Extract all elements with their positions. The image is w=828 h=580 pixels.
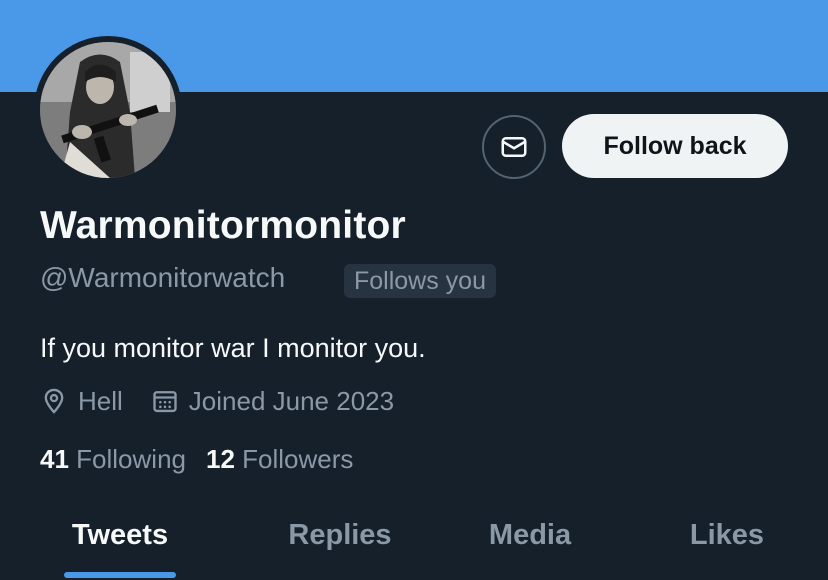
location-text: Hell [78,385,123,416]
profile-tabs: Tweets Replies Media Likes [0,510,828,580]
avatar-photo [40,42,176,178]
followers-link[interactable]: 12 Followers [206,444,353,475]
joined-item: Joined June 2023 [151,386,394,417]
follow-back-button[interactable]: Follow back [562,114,788,178]
location-item: Hell [40,386,123,417]
tab-likes-label: Likes [689,519,765,551]
avatar[interactable] [34,36,182,184]
profile-page: Follow back Warmonitormonitor @Warmonito… [0,0,828,580]
avatar-image [40,42,176,178]
tab-tweets-label: Tweets [71,519,169,551]
envelope-icon [501,137,527,157]
profile-meta: Hell Joined June 2023 [40,384,422,418]
joined-text: Joined June 2023 [188,385,395,416]
follows-you-badge: Follows you [344,264,496,298]
tab-media-label: Media [488,519,572,551]
tab-replies[interactable]: Replies [284,510,396,580]
profile-handle: @Warmonitorwatch [40,262,286,293]
following-link[interactable]: 41 Following [40,444,186,475]
profile-bio: If you monitor war I monitor you. [40,333,426,363]
active-tab-indicator [64,572,176,578]
calendar-icon [153,391,177,413]
tab-tweets[interactable]: Tweets [64,510,176,580]
tab-replies-label: Replies [288,519,392,551]
tab-likes[interactable]: Likes [686,510,768,580]
following-count: 41 [40,444,69,474]
followers-label: Followers [242,444,354,474]
location-pin-icon [44,388,64,414]
tab-media[interactable]: Media [482,510,578,580]
follow-stats: 41 Following 12 Followers [40,444,373,475]
following-label: Following [76,444,186,474]
display-name: Warmonitormonitor [40,204,406,247]
message-button[interactable] [482,115,546,179]
followers-count: 12 [205,444,235,474]
